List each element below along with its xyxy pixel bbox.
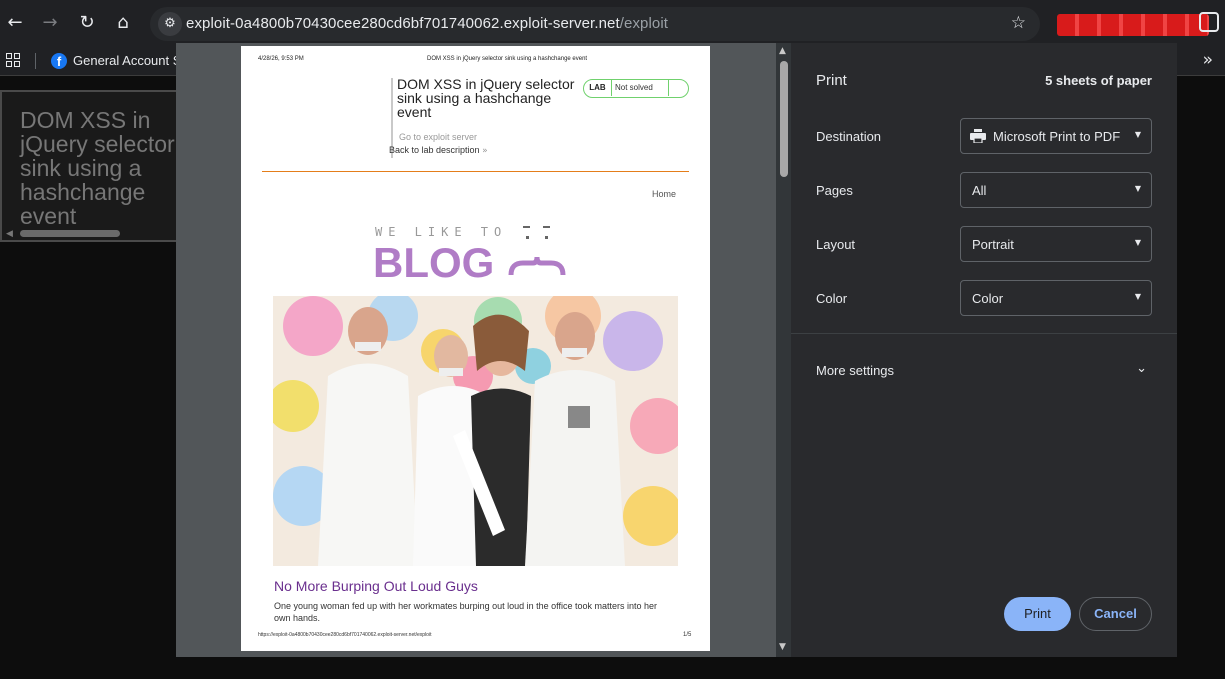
- go-to-exploit-link: Go to exploit server: [399, 132, 478, 142]
- settings-divider: [791, 333, 1177, 334]
- preview-header-date: 4/28/26, 9:53 PM: [258, 56, 304, 62]
- layout-value: Portrait: [972, 237, 1014, 252]
- logo-dot-right: [545, 236, 548, 239]
- preview-scroll-thumb[interactable]: [780, 61, 788, 177]
- header-divider: [262, 171, 689, 172]
- chevron-right-icon: »: [482, 146, 488, 156]
- pages-value: All: [972, 183, 987, 198]
- reload-icon[interactable]: ↻: [75, 11, 99, 35]
- browser-toolbar: ← → ↻ ⌂ ⚙ exploit-0a4800b70430cee280cd6b…: [0, 0, 1225, 46]
- logo-eye-left: [523, 226, 530, 228]
- dropdown-caret-icon: ▼: [1134, 292, 1141, 301]
- logo-main-text: BLOG: [373, 239, 494, 281]
- lab-title: DOM XSS in jQuery selector sink using a …: [397, 76, 575, 120]
- bookmarks-overflow-icon[interactable]: »: [1203, 50, 1213, 70]
- underlying-page-title: DOM XSS in jQuery selector sink using a …: [20, 107, 175, 229]
- pages-select[interactable]: All ▼: [960, 172, 1152, 208]
- logo-dot-left: [526, 236, 529, 239]
- color-value: Color: [972, 291, 1004, 306]
- logo-brace: [508, 256, 566, 276]
- logo-eye-right: [543, 226, 550, 228]
- color-label: Color: [816, 291, 848, 306]
- scroll-left-arrow-icon[interactable]: ◀: [6, 228, 13, 239]
- color-select[interactable]: Color ▼: [960, 280, 1152, 316]
- print-title: Print: [816, 72, 847, 89]
- url-path: /exploit: [619, 15, 669, 32]
- printer-icon: [970, 129, 986, 143]
- blog-logo: WE LIKE TO BLOG: [373, 225, 566, 281]
- post-description: One young woman fed up with her workmate…: [274, 601, 658, 623]
- dropdown-caret-icon: ▼: [1134, 130, 1141, 139]
- print-preview-area: 4/28/26, 9:53 PM DOM XSS in jQuery selec…: [176, 43, 791, 657]
- lab-status-text: Not solved: [615, 83, 653, 92]
- post-title: No More Burping Out Loud Guys: [274, 578, 478, 594]
- home-icon[interactable]: ⌂: [111, 11, 135, 35]
- lab-status-badge: LAB Not solved: [583, 79, 689, 98]
- preview-page: 4/28/26, 9:53 PM DOM XSS in jQuery selec…: [241, 46, 710, 651]
- scroll-up-arrow-icon[interactable]: ▲: [779, 46, 786, 56]
- print-button[interactable]: Print: [1004, 597, 1071, 631]
- bookmark-star-icon[interactable]: ☆: [1011, 13, 1026, 33]
- preview-header-title: DOM XSS in jQuery selector sink using a …: [427, 56, 588, 62]
- apps-grid-icon[interactable]: [6, 53, 20, 67]
- url-text[interactable]: exploit-0a4800b70430cee280cd6bf701740062…: [186, 15, 668, 32]
- pages-label: Pages: [816, 183, 853, 198]
- extensions-icon[interactable]: [1199, 12, 1219, 32]
- dropdown-caret-icon: ▼: [1134, 238, 1141, 247]
- lab-status-indicator: [668, 80, 688, 96]
- layout-label: Layout: [816, 237, 856, 252]
- preview-page-number: 1/5: [683, 632, 692, 638]
- more-settings-toggle[interactable]: More settings: [816, 363, 894, 378]
- cancel-button[interactable]: Cancel: [1079, 597, 1152, 631]
- destination-label: Destination: [816, 129, 882, 144]
- lab-badge-label: LAB: [584, 80, 612, 96]
- back-arrow-icon[interactable]: ←: [3, 11, 27, 35]
- sheet-count: 5 sheets of paper: [1045, 73, 1152, 88]
- url-host: exploit-0a4800b70430cee280cd6bf701740062…: [186, 15, 620, 32]
- back-to-lab-label: Back to lab description: [389, 145, 480, 155]
- site-info-icon[interactable]: ⚙: [158, 12, 182, 36]
- facebook-icon: f: [51, 53, 67, 69]
- address-bar[interactable]: ⚙ exploit-0a4800b70430cee280cd6bf7017400…: [150, 7, 1040, 41]
- post-image: [273, 296, 678, 566]
- forward-arrow-icon[interactable]: →: [38, 11, 62, 35]
- destination-select[interactable]: Microsoft Print to PDF ▼: [960, 118, 1152, 154]
- redacted-area: [1057, 14, 1209, 36]
- chevron-down-icon[interactable]: ⌄: [1136, 361, 1147, 376]
- bookmark-general-account[interactable]: General Account Se: [73, 53, 189, 68]
- print-settings-panel: Print 5 sheets of paper Destination Micr…: [791, 43, 1177, 657]
- underlying-page-frame: DOM XSS in jQuery selector sink using a …: [0, 90, 180, 242]
- home-link: Home: [652, 189, 677, 199]
- preview-footer-url: https://exploit-0a4800b70430cee280cd6bf7…: [258, 632, 432, 638]
- layout-select[interactable]: Portrait ▼: [960, 226, 1152, 262]
- logo-top-text: WE LIKE TO: [375, 225, 507, 239]
- scroll-down-arrow-icon[interactable]: ▼: [779, 642, 786, 652]
- horizontal-scrollbar[interactable]: [20, 230, 120, 237]
- print-dialog: 4/28/26, 9:53 PM DOM XSS in jQuery selec…: [176, 43, 1177, 657]
- destination-value: Microsoft Print to PDF: [993, 129, 1121, 144]
- bookmarks-separator: [35, 53, 36, 69]
- dropdown-caret-icon: ▼: [1134, 184, 1141, 193]
- back-to-lab-link: Back to lab description »: [389, 145, 488, 156]
